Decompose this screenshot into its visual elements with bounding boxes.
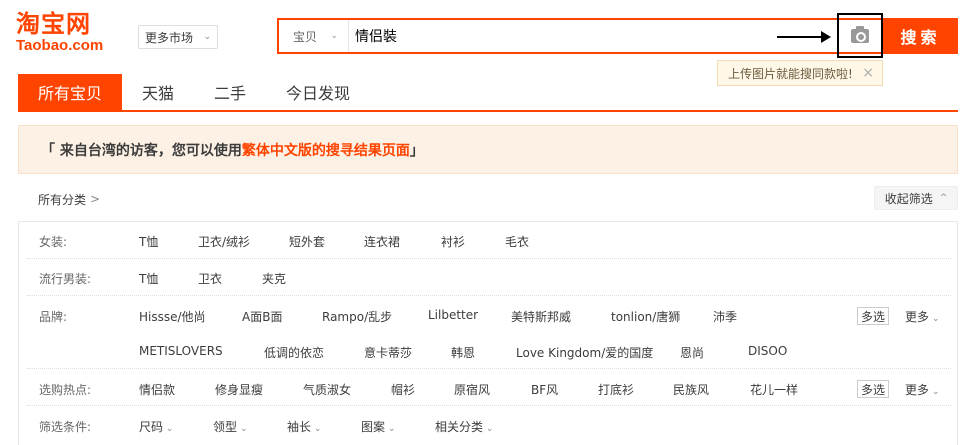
filter-label: 品牌:: [39, 310, 68, 324]
breadcrumb[interactable]: 所有分类 >: [38, 188, 100, 210]
logo-chinese: 淘宝网: [16, 9, 91, 38]
brand-item[interactable]: Lilbetter: [428, 308, 478, 322]
hot-item[interactable]: 民族风: [673, 381, 709, 398]
filter-row-brand: 品牌: Hissse/他尚 A面B面 Rampo/乱步 Lilbetter 美特…: [27, 296, 951, 369]
brand-item[interactable]: Love Kingdom/爱的国度: [516, 344, 653, 361]
condition-label: 图案: [361, 420, 386, 434]
search-type-dropdown[interactable]: 宝贝 ⌄: [279, 20, 349, 52]
condition-label: 袖长: [287, 420, 312, 434]
more-label: 更多: [905, 310, 930, 324]
filter-item[interactable]: 卫衣/绒衫: [198, 233, 250, 250]
chevron-down-icon: ⌄: [166, 424, 174, 434]
condition-dropdown-sleeve[interactable]: 袖长 ⌄: [287, 418, 322, 435]
filter-label: 选购热点:: [39, 383, 92, 397]
filter-row-women: 女装: T恤 卫衣/绒衫 短外套 连衣裙 衬衫 毛衣: [27, 222, 951, 259]
hot-multi-select-button[interactable]: 多选: [857, 380, 889, 398]
brand-more-button[interactable]: 更多 ⌄: [905, 308, 940, 325]
logo-english: Taobao.com: [16, 37, 104, 54]
collapse-filters-button[interactable]: 收起筛选 ^: [874, 186, 958, 210]
chevron-down-icon: ⌄: [932, 314, 940, 324]
filter-item[interactable]: T恤: [139, 233, 158, 250]
brand-item[interactable]: A面B面: [242, 308, 282, 325]
hot-item[interactable]: 修身显瘦: [215, 381, 263, 398]
chevron-up-icon: ^: [939, 193, 948, 203]
brand-item[interactable]: 低调的依恋: [264, 344, 324, 361]
breadcrumb-all-categories[interactable]: 所有分类: [38, 191, 86, 208]
hot-item[interactable]: 帽衫: [391, 381, 415, 398]
image-search-button[interactable]: [837, 13, 883, 58]
filter-item[interactable]: 毛衣: [505, 233, 529, 250]
hot-item[interactable]: BF风: [531, 381, 558, 398]
notice-text-start: 「 来自台湾的访客，您可以使用: [41, 142, 242, 159]
condition-label: 领型: [213, 420, 238, 434]
filter-row-conditions: 筛选条件: 尺码 ⌄ 领型 ⌄ 袖长 ⌄ 图案 ⌄ 相关分类 ⌄: [27, 406, 951, 445]
filter-row-men: 流行男装: T恤 卫衣 夹克: [27, 259, 951, 296]
hot-item[interactable]: 气质淑女: [303, 381, 351, 398]
hot-item[interactable]: 情侣款: [139, 381, 175, 398]
brand-item[interactable]: Hissse/他尚: [139, 308, 206, 325]
brand-item[interactable]: 美特斯邦威: [511, 308, 571, 325]
tab-tmall[interactable]: 天猫: [122, 74, 194, 110]
filter-item[interactable]: 夹克: [262, 270, 286, 287]
filter-item[interactable]: T恤: [139, 270, 158, 287]
filter-item[interactable]: 卫衣: [198, 270, 222, 287]
chevron-down-icon: ⌄: [486, 424, 494, 434]
chevron-down-icon: ⌄: [203, 32, 211, 42]
taiwan-visitor-notice: 「 来自台湾的访客，您可以使用 繁体中文版的搜寻结果页面 」: [18, 125, 958, 174]
brand-item[interactable]: 沛季: [713, 308, 737, 325]
search-tabs: 所有宝贝 天猫 二手 今日发现: [18, 74, 958, 112]
hot-more-button[interactable]: 更多 ⌄: [905, 381, 940, 398]
chevron-down-icon: ⌄: [240, 424, 248, 434]
brand-item[interactable]: 意卡蒂莎: [364, 344, 412, 361]
tab-second-hand[interactable]: 二手: [194, 74, 266, 110]
hot-item[interactable]: 花儿一样: [750, 381, 798, 398]
chevron-down-icon: ⌄: [388, 424, 396, 434]
condition-dropdown-size[interactable]: 尺码 ⌄: [139, 418, 174, 435]
notice-text-end: 」: [409, 142, 424, 159]
brand-item[interactable]: 韩恩: [451, 344, 475, 361]
more-markets-button[interactable]: 更多市场 ⌄: [138, 25, 218, 49]
condition-label: 相关分类: [435, 420, 484, 434]
hot-item[interactable]: 原宿风: [454, 381, 490, 398]
brand-item[interactable]: Rampo/乱步: [322, 308, 392, 325]
filter-label: 流行男装:: [39, 272, 92, 286]
taobao-logo[interactable]: 淘宝网 Taobao.com: [16, 10, 128, 54]
hot-item[interactable]: 打底衫: [598, 381, 634, 398]
brand-item[interactable]: tonlion/唐狮: [611, 308, 680, 325]
tab-all-items[interactable]: 所有宝贝: [18, 74, 123, 110]
filter-row-hot: 选购热点: 情侣款 修身显瘦 气质淑女 帽衫 原宿风 BF风 打底衫 民族风 花…: [27, 369, 951, 406]
more-markets-label: 更多市场: [145, 30, 194, 45]
annotation-arrow: [777, 31, 831, 43]
filter-item[interactable]: 短外套: [289, 233, 325, 250]
brand-item[interactable]: METISLOVERS: [139, 344, 223, 358]
camera-icon: [851, 25, 869, 43]
more-label: 更多: [905, 383, 930, 397]
condition-dropdown-related[interactable]: 相关分类 ⌄: [435, 418, 494, 435]
condition-dropdown-pattern[interactable]: 图案 ⌄: [361, 418, 396, 435]
condition-dropdown-collar[interactable]: 领型 ⌄: [213, 418, 248, 435]
search-type-label: 宝贝: [293, 29, 318, 44]
filter-panel: 女装: T恤 卫衣/绒衫 短外套 连衣裙 衬衫 毛衣 流行男装: T恤 卫衣 夹…: [18, 221, 958, 445]
condition-label: 尺码: [139, 420, 164, 434]
filter-label: 筛选条件:: [39, 420, 92, 434]
filter-label: 女装:: [39, 235, 68, 249]
brand-item[interactable]: DISOO: [748, 344, 787, 358]
tab-today-discover[interactable]: 今日发现: [266, 74, 370, 110]
chevron-down-icon: ⌄: [932, 387, 940, 397]
chevron-down-icon: ⌄: [314, 424, 322, 434]
brand-multi-select-button[interactable]: 多选: [857, 307, 889, 325]
collapse-filters-label: 收起筛选: [884, 191, 933, 206]
traditional-chinese-link[interactable]: 繁体中文版的搜寻结果页面: [242, 140, 410, 160]
chevron-right-icon: >: [90, 192, 101, 206]
filter-item[interactable]: 连衣裙: [364, 233, 400, 250]
brand-item[interactable]: 恩尚: [680, 344, 704, 361]
search-button[interactable]: 搜索: [883, 18, 958, 54]
chevron-down-icon: ⌄: [330, 31, 338, 41]
filter-item[interactable]: 衬衫: [441, 233, 465, 250]
